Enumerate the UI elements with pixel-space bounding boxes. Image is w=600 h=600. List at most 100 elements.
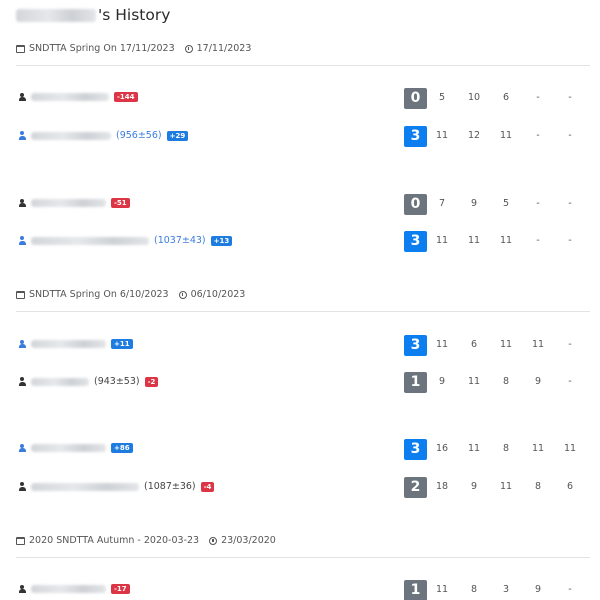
player-row: (1037±43) +13 [18, 235, 233, 246]
game-score: - [568, 198, 572, 209]
game-score: 11 [467, 443, 481, 454]
rating-change-badge: -144 [114, 92, 138, 102]
game-score: 11 [531, 443, 545, 454]
clock-icon [209, 536, 218, 545]
player-name-redacted[interactable] [31, 131, 111, 140]
game-score: 5 [502, 198, 510, 209]
player-rating: (1087±36) [144, 481, 196, 492]
user-icon [18, 92, 26, 102]
game-score: 6 [566, 481, 574, 492]
match-score-badge: 3 [404, 126, 427, 147]
game-score: 9 [534, 584, 542, 595]
game-score: 8 [534, 481, 542, 492]
game-score: 5 [438, 92, 446, 103]
event-name-link[interactable]: SNDTTA Spring On 17/11/2023 [29, 43, 175, 54]
player-rating: (1037±43) [154, 235, 206, 246]
event-divider [16, 557, 590, 558]
match-score-badge: 3 [404, 231, 427, 252]
event-date: 06/10/2023 [190, 289, 246, 300]
player-name-redacted[interactable] [31, 236, 149, 245]
player-name-redacted[interactable] [31, 93, 109, 101]
match-score-badge: 3 [404, 439, 427, 460]
game-score: - [536, 235, 540, 246]
event-date: 17/11/2023 [196, 43, 252, 54]
game-score: 18 [435, 481, 449, 492]
event-divider [16, 65, 590, 66]
game-score: 8 [502, 376, 510, 387]
game-score: 10 [467, 92, 481, 103]
game-score: 8 [470, 584, 478, 595]
rating-change-badge: -51 [111, 198, 130, 208]
event-header: 2020 SNDTTA Autumn - 2020-03-23 23/03/202… [16, 535, 276, 546]
player-row: +86 [18, 443, 133, 453]
player-name-redacted[interactable] [31, 340, 106, 348]
player-name-redacted[interactable] [31, 585, 106, 593]
user-icon [18, 584, 26, 594]
match-score-badge: 1 [404, 372, 427, 393]
user-icon [18, 198, 26, 208]
game-score: - [568, 130, 572, 141]
player-row: -144 [18, 92, 138, 102]
game-score: 11 [531, 339, 545, 350]
match-score-badge: 1 [404, 580, 427, 600]
game-score: 11 [435, 339, 449, 350]
match-score-badge: 3 [404, 335, 427, 356]
game-score: 11 [435, 130, 449, 141]
match-score-badge: 2 [404, 477, 427, 498]
user-icon [18, 131, 26, 140]
user-icon [18, 482, 26, 491]
game-score: 11 [435, 584, 449, 595]
player-row: (956±56) +29 [18, 130, 189, 141]
event-header: SNDTTA Spring On 17/11/2023 17/11/2023 [16, 43, 251, 54]
game-score: 11 [467, 235, 481, 246]
game-score: - [568, 376, 572, 387]
game-score: 16 [435, 443, 449, 454]
rating-change-badge: +86 [111, 443, 133, 453]
page-title: 's History [16, 6, 170, 24]
event-divider [16, 311, 590, 312]
clock-icon [184, 44, 193, 53]
game-score: 11 [467, 376, 481, 387]
player-name-redacted[interactable] [31, 377, 89, 386]
player-name-redacted[interactable] [31, 199, 106, 207]
page-title-suffix: 's History [98, 6, 171, 24]
game-score: 11 [499, 130, 513, 141]
calendar-icon [16, 290, 25, 299]
user-icon [18, 443, 26, 453]
game-score: - [536, 130, 540, 141]
player-row: -17 [18, 584, 130, 594]
player-row: (943±53) -2 [18, 376, 159, 387]
game-score: 6 [470, 339, 478, 350]
player-name-redacted[interactable] [31, 482, 139, 491]
game-score: 8 [502, 443, 510, 454]
game-score: 11 [499, 235, 513, 246]
game-score: 11 [499, 481, 513, 492]
user-icon [18, 236, 26, 245]
game-score: 6 [502, 92, 510, 103]
player-rating: (956±56) [116, 130, 162, 141]
event-date: 23/03/2020 [221, 535, 276, 546]
game-score: - [568, 92, 572, 103]
player-row: +11 [18, 339, 133, 349]
game-score: 3 [502, 584, 510, 595]
rating-change-badge: +11 [111, 339, 133, 349]
game-score: 9 [438, 376, 446, 387]
game-score: - [568, 339, 572, 350]
game-score: 12 [467, 130, 481, 141]
calendar-icon [16, 536, 25, 545]
game-score: 11 [563, 443, 577, 454]
user-icon [18, 377, 26, 386]
event-name-link[interactable]: 2020 SNDTTA Autumn - 2020-03-23 [29, 535, 199, 546]
match-score-badge: 0 [404, 88, 427, 109]
calendar-icon [16, 44, 25, 53]
rating-change-badge: +13 [210, 235, 233, 246]
event-name-link[interactable]: SNDTTA Spring On 6/10/2023 [29, 289, 169, 300]
rating-change-badge: -17 [111, 584, 130, 594]
player-name-redacted[interactable] [31, 444, 106, 452]
game-score: 11 [435, 235, 449, 246]
game-score: - [536, 92, 540, 103]
player-row: (1087±36) -4 [18, 481, 215, 492]
game-score: 9 [470, 481, 478, 492]
game-score: 9 [470, 198, 478, 209]
game-score: - [536, 198, 540, 209]
